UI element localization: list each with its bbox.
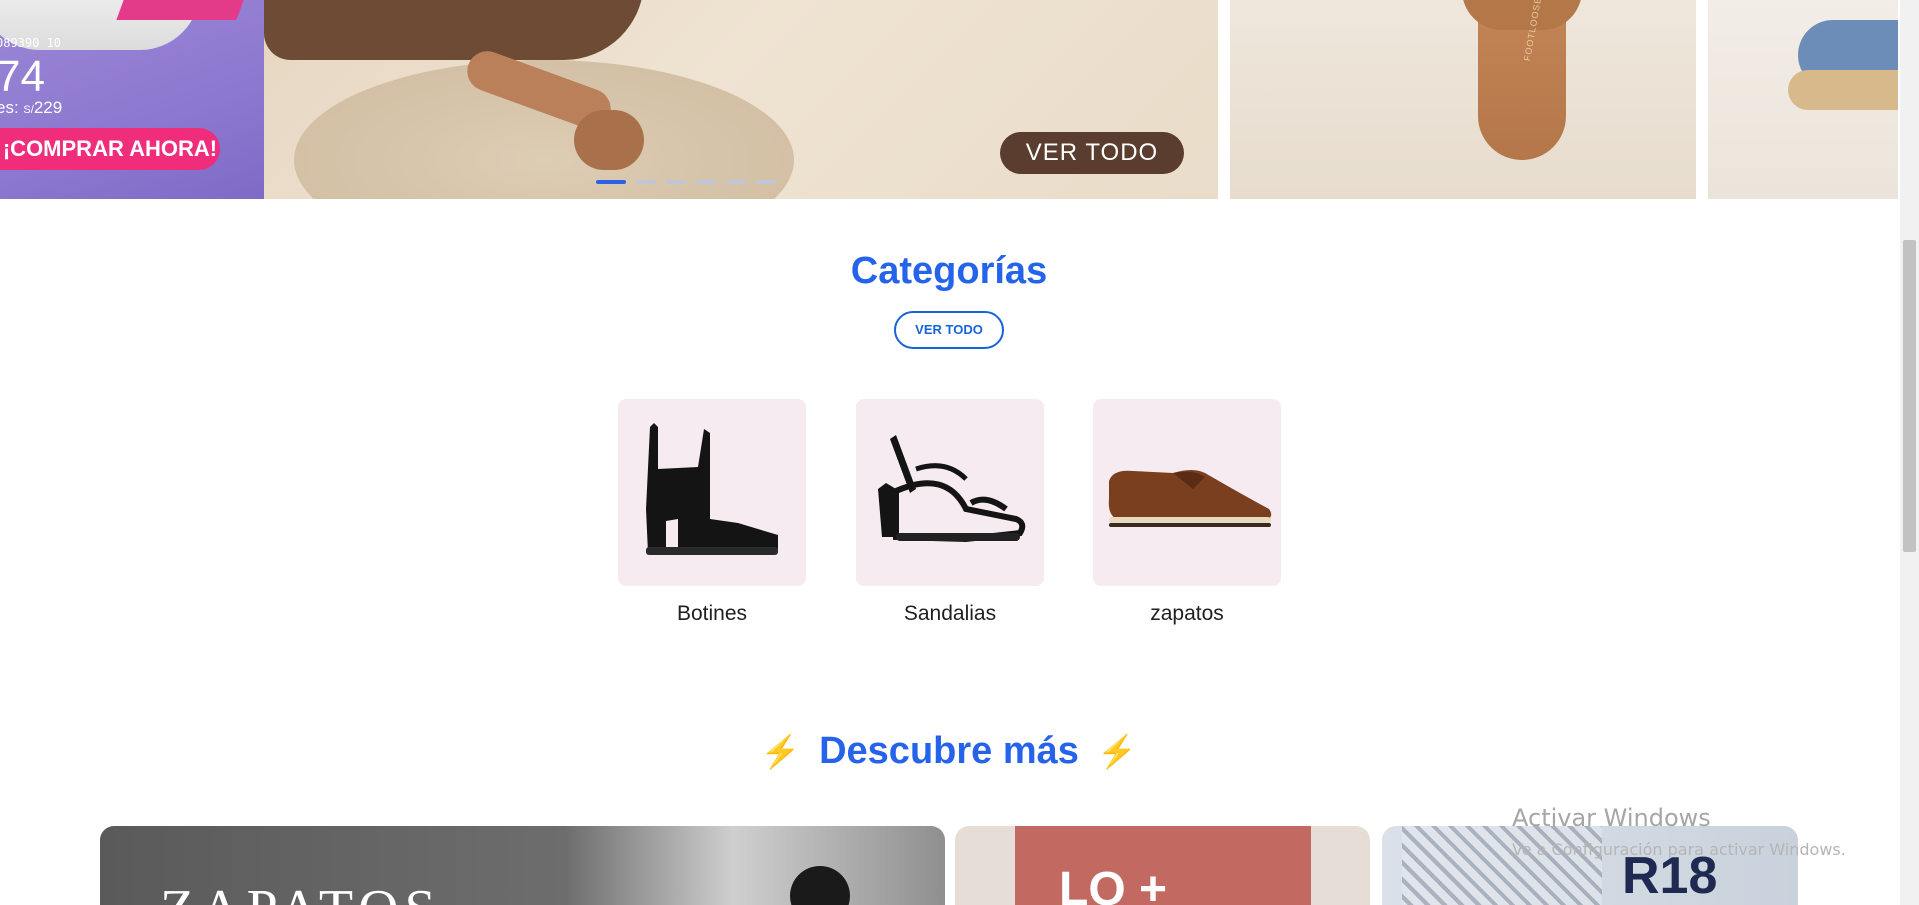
espadrille-sole-image	[1788, 70, 1898, 110]
categories-view-all-button[interactable]: VER TODO	[894, 311, 1004, 349]
promo-before-value: 229	[33, 98, 63, 117]
buy-now-button[interactable]: ¡COMPRAR AHORA!	[0, 128, 220, 170]
promo-product-code: 089390 10	[0, 36, 62, 50]
carousel-dot[interactable]	[726, 180, 746, 184]
dress-shoe-icon	[1108, 470, 1272, 527]
discover-tile-pattern	[1402, 826, 1602, 905]
discover-title-text: Descubre más	[819, 730, 1079, 772]
main-slide[interactable]: VER TODO	[264, 0, 1218, 199]
sandal-slide[interactable]: FOOTLOOSE	[1230, 0, 1696, 199]
lightning-icon: ⚡	[1097, 733, 1138, 770]
sandal-image-2	[574, 110, 644, 170]
carousel-dot[interactable]	[596, 180, 626, 184]
carousel-dot[interactable]	[666, 180, 686, 184]
discover-tile-text: ZAPATOS	[160, 878, 442, 905]
scrollbar-thumb[interactable]	[1903, 240, 1916, 552]
windows-activation-subtitle: Ve a Configuración para activar Windows.	[1512, 840, 1846, 859]
promo-price: 74	[0, 52, 45, 101]
category-label[interactable]: zapatos	[1093, 602, 1281, 626]
hero-view-all-button[interactable]: VER TODO	[1000, 132, 1184, 174]
categories-title: Categorías	[850, 250, 1048, 292]
category-card-sandalias[interactable]: Sandalias	[856, 399, 1044, 626]
category-image[interactable]	[618, 399, 806, 586]
carousel-dot[interactable]	[696, 180, 716, 184]
vertical-scrollbar[interactable]	[1900, 0, 1919, 905]
discover-tile-r18[interactable]: R18	[1382, 826, 1798, 905]
discover-tile-zapatos[interactable]: ZAPATOS	[100, 826, 945, 905]
carousel-dots[interactable]	[596, 180, 776, 184]
promo-before-currency: S/	[23, 104, 34, 116]
windows-activation-title: Activar Windows	[1512, 804, 1711, 832]
discover-tile-lo-mas[interactable]: LO +	[955, 826, 1370, 905]
discover-tile-text: LO +	[1059, 863, 1168, 905]
heeled-sandal-icon	[878, 435, 1026, 543]
model-image	[790, 866, 850, 905]
category-label[interactable]: Sandalias	[856, 602, 1044, 626]
page: 089390 10 74 es: S/229 ¡COMPRAR AHORA! V…	[0, 0, 1919, 905]
hero-carousel[interactable]: 089390 10 74 es: S/229 ¡COMPRAR AHORA! V…	[0, 0, 1898, 199]
category-label[interactable]: Botines	[618, 602, 806, 626]
carousel-dot[interactable]	[756, 180, 776, 184]
carousel-dot[interactable]	[636, 180, 656, 184]
category-image[interactable]	[856, 399, 1044, 586]
lightning-icon: ⚡	[760, 733, 801, 770]
category-card-botines[interactable]: Botines	[618, 399, 806, 626]
model-leg-image	[264, 0, 644, 60]
category-card-zapatos[interactable]: zapatos	[1093, 399, 1281, 626]
category-image[interactable]	[1093, 399, 1281, 586]
discover-title: ⚡ Descubre más ⚡	[0, 730, 1898, 773]
espadrille-slide[interactable]	[1708, 0, 1898, 199]
promo-before-label: es:	[0, 98, 19, 117]
boot-icon	[646, 423, 778, 555]
promo-slide[interactable]: 089390 10 74 es: S/229 ¡COMPRAR AHORA!	[0, 0, 264, 199]
promo-before-price: es: S/229	[0, 98, 62, 118]
promo-shoe-accent	[116, 0, 244, 20]
